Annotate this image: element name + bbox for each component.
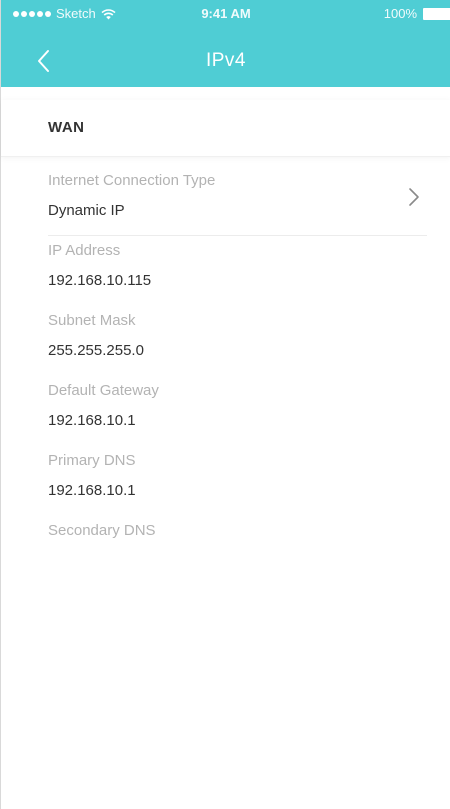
header: Sketch 9:41 AM 100% IPv4 xyxy=(1,0,450,87)
page-title: IPv4 xyxy=(205,50,247,71)
status-right: 100% xyxy=(384,6,450,21)
field-label: Default Gateway xyxy=(48,382,159,399)
field-label: IP Address xyxy=(48,242,121,259)
connection-type-row[interactable]: Internet Connection Type Dynamic IP xyxy=(1,166,450,236)
section-title: WAN xyxy=(48,119,85,136)
field-value: 192.168.10.1 xyxy=(48,482,136,499)
battery-percentage: 100% xyxy=(383,6,417,21)
ipv4-screen: Sketch 9:41 AM 100% IPv4 WAN Internet Co… xyxy=(0,0,450,809)
section-header-wan: WAN xyxy=(1,100,450,157)
field-value: Dynamic IP xyxy=(48,202,125,219)
nav-bar: IPv4 xyxy=(1,38,450,87)
field-value: 192.168.10.1 xyxy=(48,412,136,429)
secondary-dns-row: Secondary DNS xyxy=(1,516,450,586)
wan-fields: Internet Connection Type Dynamic IP IP A… xyxy=(1,166,450,586)
status-bar: Sketch 9:41 AM 100% xyxy=(1,0,450,38)
chevron-right-icon xyxy=(409,188,419,206)
field-value: 255.255.255.0 xyxy=(48,342,144,359)
field-label: Subnet Mask xyxy=(48,312,136,329)
battery-icon xyxy=(423,7,450,20)
field-label: Internet Connection Type xyxy=(48,172,216,189)
subnet-mask-row: Subnet Mask 255.255.255.0 xyxy=(1,306,450,376)
status-time: 9:41 AM xyxy=(201,6,251,21)
default-gateway-row: Default Gateway 192.168.10.1 xyxy=(1,376,450,446)
field-label: Primary DNS xyxy=(48,452,136,469)
field-value: 192.168.10.115 xyxy=(48,272,152,289)
ip-address-row: IP Address 192.168.10.115 xyxy=(1,236,450,306)
primary-dns-row: Primary DNS 192.168.10.1 xyxy=(1,446,450,516)
field-label: Secondary DNS xyxy=(48,522,156,539)
